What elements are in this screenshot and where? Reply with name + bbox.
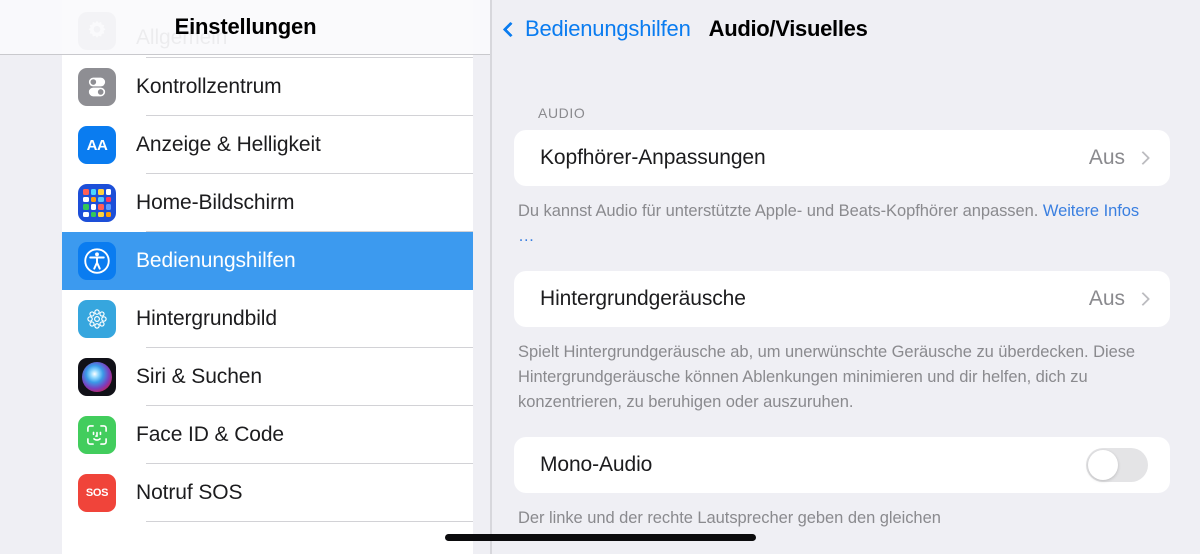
row-mono-audio[interactable]: Mono-Audio xyxy=(514,437,1170,493)
row-headphone-accommodations[interactable]: Kopfhörer-Anpassungen Aus xyxy=(514,130,1170,186)
sidebar-item-label: Home-Bildschirm xyxy=(136,191,295,214)
ipad-settings-screen: Allgemein Kontrollzentrum xyxy=(0,0,1200,554)
section-header-audio: AUDIO xyxy=(538,105,586,121)
face-id-icon xyxy=(78,416,116,454)
chevron-right-icon xyxy=(1135,291,1151,307)
card-background-sounds: Hintergrundgeräusche Aus xyxy=(514,271,1170,327)
sidebar-item-label: Kontrollzentrum xyxy=(136,75,282,98)
sidebar-item-siri-suchen[interactable]: Siri & Suchen xyxy=(62,348,473,406)
row-label: Hintergrundgeräusche xyxy=(540,287,746,310)
display-brightness-icon-text: AA xyxy=(86,136,108,154)
sidebar-item-label: Siri & Suchen xyxy=(136,365,262,388)
sos-icon: SOS xyxy=(78,474,116,512)
page-title: Einstellungen xyxy=(174,14,317,39)
back-button[interactable]: Bedienungshilfen xyxy=(502,16,691,42)
sidebar-item-label: Face ID & Code xyxy=(136,423,284,446)
footnote-mono-audio: Der linke und der rechte Lautsprecher ge… xyxy=(518,509,941,527)
settings-master-pane: Allgemein Kontrollzentrum xyxy=(0,0,491,554)
row-label: Kopfhörer-Anpassungen xyxy=(540,146,766,169)
row-separator xyxy=(146,521,473,522)
toggle-knob xyxy=(1088,450,1118,480)
sidebar-item-label: Hintergrundbild xyxy=(136,307,277,330)
chevron-right-icon xyxy=(1135,150,1151,166)
sidebar-item-home-bildschirm[interactable]: Home-Bildschirm xyxy=(62,174,473,232)
sidebar-item-bedienungshilfen[interactable]: Bedienungshilfen xyxy=(62,232,473,290)
detail-header: Bedienungshilfen Audio/Visuelles xyxy=(492,0,1200,58)
footnote-background-sounds: Spielt Hintergrundgeräusche ab, um unerw… xyxy=(518,343,1136,411)
settings-header: Einstellungen xyxy=(0,0,491,55)
sidebar-item-anzeige-helligkeit[interactable]: AA Anzeige & Helligkeit xyxy=(62,116,473,174)
detail-title: Audio/Visuelles xyxy=(708,16,868,41)
detail-pane: Bedienungshilfen Audio/Visuelles AUDIO K… xyxy=(492,0,1200,554)
row-value: Aus xyxy=(1088,287,1125,310)
home-indicator[interactable] xyxy=(445,534,756,541)
footnote-headphone: Du kannst Audio für unterstützte Apple- … xyxy=(492,186,1200,249)
sidebar-item-notruf-sos[interactable]: SOS Notruf SOS xyxy=(62,464,473,522)
card-mono-audio: Mono-Audio xyxy=(514,437,1170,493)
sidebar-item-kontrollzentrum[interactable]: Kontrollzentrum xyxy=(62,58,473,116)
sidebar-item-label: Notruf SOS xyxy=(136,481,243,504)
home-screen-icon xyxy=(78,184,116,222)
pane-divider xyxy=(490,0,492,554)
row-value: Aus xyxy=(1088,146,1125,169)
accessibility-icon xyxy=(78,242,116,280)
card-headphone-accommodations: Kopfhörer-Anpassungen Aus xyxy=(514,130,1170,186)
chevron-left-icon xyxy=(502,21,519,37)
sidebar-item-label: Anzeige & Helligkeit xyxy=(136,133,321,156)
row-label: Mono-Audio xyxy=(540,453,653,476)
sidebar-item-label: Bedienungshilfen xyxy=(136,249,296,272)
row-background-sounds[interactable]: Hintergrundgeräusche Aus xyxy=(514,271,1170,327)
sidebar-item-hintergrundbild[interactable]: Hintergrundbild xyxy=(62,290,473,348)
settings-list: Allgemein Kontrollzentrum xyxy=(62,0,473,554)
sos-icon-text: SOS xyxy=(85,487,109,499)
footnote-text: Du kannst Audio für unterstützte Apple- … xyxy=(518,202,1043,220)
sidebar-item-face-id-code[interactable]: Face ID & Code xyxy=(62,406,473,464)
home-screen-icon-grid xyxy=(83,189,111,217)
siri-icon xyxy=(78,358,116,396)
control-center-icon xyxy=(78,68,116,106)
mono-audio-toggle[interactable] xyxy=(1086,448,1148,482)
display-brightness-icon: AA xyxy=(78,126,116,164)
back-button-label: Bedienungshilfen xyxy=(525,16,691,41)
siri-orb xyxy=(82,362,112,392)
wallpaper-icon xyxy=(78,300,116,338)
